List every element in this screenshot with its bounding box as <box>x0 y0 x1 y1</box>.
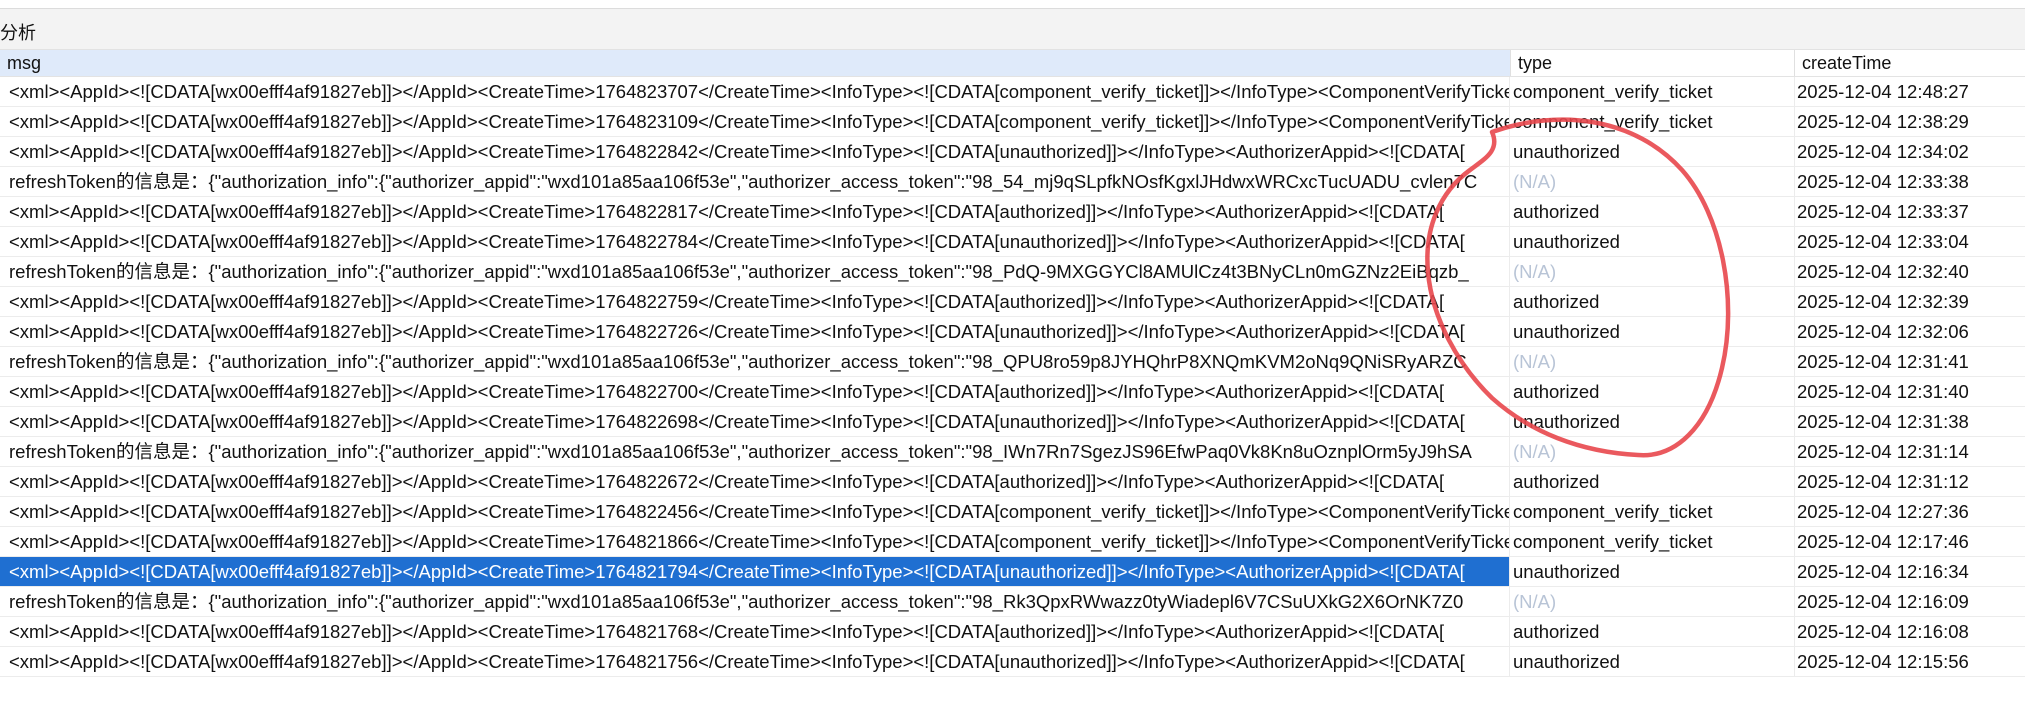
cell-createtime[interactable]: 2025-12-04 12:38:29 <box>1795 107 2025 136</box>
cell-type[interactable]: unauthorized <box>1511 137 1795 166</box>
table-row[interactable]: <xml><AppId><![CDATA[wx00efff4af91827eb]… <box>0 557 2025 587</box>
cell-msg[interactable]: <xml><AppId><![CDATA[wx00efff4af91827eb]… <box>0 617 1510 646</box>
cell-msg[interactable]: refreshToken的信息是：{"authorization_info":{… <box>0 587 1510 616</box>
cell-createtime[interactable]: 2025-12-04 12:31:12 <box>1795 467 2025 496</box>
cell-msg[interactable]: <xml><AppId><![CDATA[wx00efff4af91827eb]… <box>0 557 1510 586</box>
cell-type[interactable]: component_verify_ticket <box>1511 107 1795 136</box>
cell-type[interactable]: unauthorized <box>1511 407 1795 436</box>
cell-msg[interactable]: <xml><AppId><![CDATA[wx00efff4af91827eb]… <box>0 287 1510 316</box>
cell-type[interactable]: authorized <box>1511 467 1795 496</box>
cell-createtime[interactable]: 2025-12-04 12:16:34 <box>1795 557 2025 586</box>
top-edge <box>0 0 2025 9</box>
cell-type[interactable]: (N/A) <box>1511 587 1795 616</box>
column-header-msg[interactable]: msg <box>0 50 1511 76</box>
table-row[interactable]: refreshToken的信息是：{"authorization_info":{… <box>0 437 2025 467</box>
cell-msg[interactable]: <xml><AppId><![CDATA[wx00efff4af91827eb]… <box>0 527 1510 556</box>
table-row[interactable]: refreshToken的信息是：{"authorization_info":{… <box>0 167 2025 197</box>
table-row[interactable]: <xml><AppId><![CDATA[wx00efff4af91827eb]… <box>0 467 2025 497</box>
table-row[interactable]: refreshToken的信息是：{"authorization_info":{… <box>0 257 2025 287</box>
cell-createtime[interactable]: 2025-12-04 12:16:09 <box>1795 587 2025 616</box>
cell-type[interactable]: authorized <box>1511 377 1795 406</box>
cell-msg[interactable]: <xml><AppId><![CDATA[wx00efff4af91827eb]… <box>0 467 1510 496</box>
cell-msg[interactable]: <xml><AppId><![CDATA[wx00efff4af91827eb]… <box>0 227 1510 256</box>
table-row[interactable]: <xml><AppId><![CDATA[wx00efff4af91827eb]… <box>0 647 2025 677</box>
table-row[interactable]: <xml><AppId><![CDATA[wx00efff4af91827eb]… <box>0 287 2025 317</box>
cell-msg[interactable]: refreshToken的信息是：{"authorization_info":{… <box>0 167 1510 196</box>
cell-type[interactable]: component_verify_ticket <box>1511 497 1795 526</box>
cell-createtime[interactable]: 2025-12-04 12:32:39 <box>1795 287 2025 316</box>
table-row[interactable]: <xml><AppId><![CDATA[wx00efff4af91827eb]… <box>0 197 2025 227</box>
cell-msg[interactable]: refreshToken的信息是：{"authorization_info":{… <box>0 437 1510 466</box>
cell-msg[interactable]: <xml><AppId><![CDATA[wx00efff4af91827eb]… <box>0 407 1510 436</box>
cell-msg[interactable]: refreshToken的信息是：{"authorization_info":{… <box>0 257 1510 286</box>
cell-msg[interactable]: <xml><AppId><![CDATA[wx00efff4af91827eb]… <box>0 197 1510 226</box>
cell-createtime[interactable]: 2025-12-04 12:32:40 <box>1795 257 2025 286</box>
tab-bar: 分析 <box>0 9 2025 50</box>
cell-msg[interactable]: refreshToken的信息是：{"authorization_info":{… <box>0 347 1510 376</box>
table-row[interactable]: <xml><AppId><![CDATA[wx00efff4af91827eb]… <box>0 527 2025 557</box>
table-row[interactable]: <xml><AppId><![CDATA[wx00efff4af91827eb]… <box>0 137 2025 167</box>
table-row[interactable]: <xml><AppId><![CDATA[wx00efff4af91827eb]… <box>0 377 2025 407</box>
cell-type[interactable]: authorized <box>1511 617 1795 646</box>
cell-createtime[interactable]: 2025-12-04 12:34:02 <box>1795 137 2025 166</box>
cell-type[interactable]: component_verify_ticket <box>1511 527 1795 556</box>
cell-msg[interactable]: <xml><AppId><![CDATA[wx00efff4af91827eb]… <box>0 317 1510 346</box>
cell-msg[interactable]: <xml><AppId><![CDATA[wx00efff4af91827eb]… <box>0 107 1510 136</box>
table-row[interactable]: <xml><AppId><![CDATA[wx00efff4af91827eb]… <box>0 77 2025 107</box>
table-row[interactable]: <xml><AppId><![CDATA[wx00efff4af91827eb]… <box>0 107 2025 137</box>
cell-type[interactable]: authorized <box>1511 197 1795 226</box>
cell-type[interactable]: unauthorized <box>1511 647 1795 676</box>
cell-createtime[interactable]: 2025-12-04 12:32:06 <box>1795 317 2025 346</box>
cell-type[interactable]: unauthorized <box>1511 317 1795 346</box>
cell-createtime[interactable]: 2025-12-04 12:31:38 <box>1795 407 2025 436</box>
cell-type[interactable]: (N/A) <box>1511 257 1795 286</box>
grid-header: msg type createTime <box>0 50 2025 77</box>
table-row[interactable]: <xml><AppId><![CDATA[wx00efff4af91827eb]… <box>0 617 2025 647</box>
table-row[interactable]: refreshToken的信息是：{"authorization_info":{… <box>0 347 2025 377</box>
table-row[interactable]: <xml><AppId><![CDATA[wx00efff4af91827eb]… <box>0 227 2025 257</box>
cell-createtime[interactable]: 2025-12-04 12:31:41 <box>1795 347 2025 376</box>
cell-createtime[interactable]: 2025-12-04 12:16:08 <box>1795 617 2025 646</box>
cell-msg[interactable]: <xml><AppId><![CDATA[wx00efff4af91827eb]… <box>0 497 1510 526</box>
column-header-createtime[interactable]: createTime <box>1795 50 2025 76</box>
cell-createtime[interactable]: 2025-12-04 12:15:56 <box>1795 647 2025 676</box>
cell-createtime[interactable]: 2025-12-04 12:27:36 <box>1795 497 2025 526</box>
column-header-type[interactable]: type <box>1511 50 1795 76</box>
table-row[interactable]: refreshToken的信息是：{"authorization_info":{… <box>0 587 2025 617</box>
cell-type[interactable]: (N/A) <box>1511 167 1795 196</box>
cell-createtime[interactable]: 2025-12-04 12:31:40 <box>1795 377 2025 406</box>
cell-msg[interactable]: <xml><AppId><![CDATA[wx00efff4af91827eb]… <box>0 137 1510 166</box>
table-row[interactable]: <xml><AppId><![CDATA[wx00efff4af91827eb]… <box>0 317 2025 347</box>
cell-type[interactable]: (N/A) <box>1511 437 1795 466</box>
cell-type[interactable]: (N/A) <box>1511 347 1795 376</box>
cell-createtime[interactable]: 2025-12-04 12:33:37 <box>1795 197 2025 226</box>
cell-createtime[interactable]: 2025-12-04 12:33:38 <box>1795 167 2025 196</box>
cell-type[interactable]: unauthorized <box>1511 227 1795 256</box>
table-row[interactable]: <xml><AppId><![CDATA[wx00efff4af91827eb]… <box>0 497 2025 527</box>
cell-type[interactable]: component_verify_ticket <box>1511 77 1795 106</box>
tab-title[interactable]: 分析 <box>0 19 36 45</box>
cell-type[interactable]: unauthorized <box>1511 557 1795 586</box>
cell-createtime[interactable]: 2025-12-04 12:33:04 <box>1795 227 2025 256</box>
cell-msg[interactable]: <xml><AppId><![CDATA[wx00efff4af91827eb]… <box>0 647 1510 676</box>
cell-msg[interactable]: <xml><AppId><![CDATA[wx00efff4af91827eb]… <box>0 77 1510 106</box>
cell-createtime[interactable]: 2025-12-04 12:31:14 <box>1795 437 2025 466</box>
cell-createtime[interactable]: 2025-12-04 12:48:27 <box>1795 77 2025 106</box>
table-row[interactable]: <xml><AppId><![CDATA[wx00efff4af91827eb]… <box>0 407 2025 437</box>
cell-msg[interactable]: <xml><AppId><![CDATA[wx00efff4af91827eb]… <box>0 377 1510 406</box>
cell-createtime[interactable]: 2025-12-04 12:17:46 <box>1795 527 2025 556</box>
cell-type[interactable]: authorized <box>1511 287 1795 316</box>
